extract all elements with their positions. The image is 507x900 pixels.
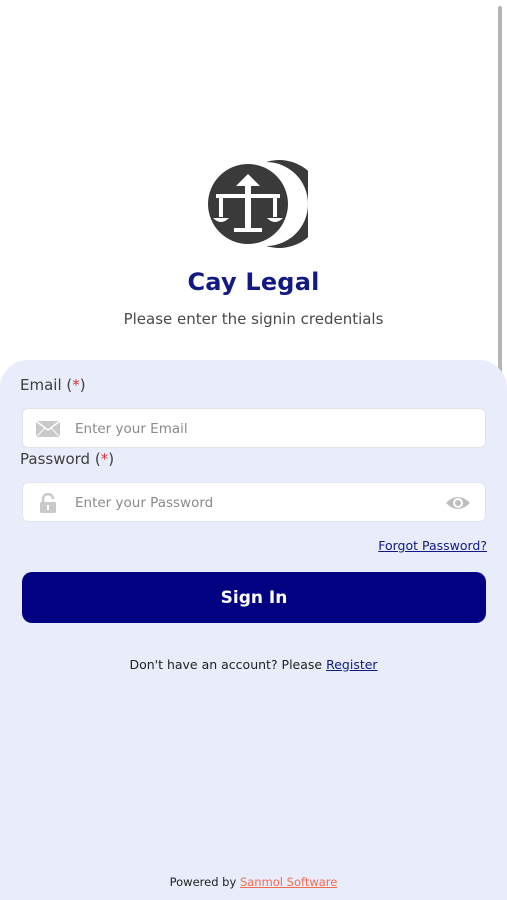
forgot-password-link[interactable]: Forgot Password?	[378, 538, 487, 553]
password-label-text: Password	[20, 450, 91, 468]
app-title: Cay Legal	[187, 268, 320, 296]
email-field[interactable]	[22, 408, 486, 449]
password-required-close: )	[108, 450, 115, 468]
email-input[interactable]	[73, 409, 437, 449]
powered-by-text: Powered by	[169, 875, 240, 889]
password-input[interactable]	[73, 483, 437, 523]
company-link[interactable]: Sanmol Software	[240, 875, 337, 889]
lock-icon	[40, 493, 56, 513]
eye-icon[interactable]	[445, 494, 471, 512]
email-required-open: (	[61, 376, 73, 394]
envelope-icon	[35, 420, 61, 438]
signin-subtitle: Please enter the signin credentials	[123, 310, 384, 328]
scales-of-justice-icon	[208, 160, 308, 248]
email-label: Email (*)	[20, 376, 86, 394]
password-required-open: (	[90, 450, 101, 468]
password-label: Password (*)	[20, 450, 114, 468]
email-required-close: )	[79, 376, 86, 394]
sign-in-button[interactable]: Sign In	[22, 572, 486, 623]
register-link[interactable]: Register	[326, 657, 377, 672]
register-prompt-text: Don't have an account? Please	[129, 657, 327, 672]
email-label-text: Email	[20, 376, 62, 394]
powered-by-footer: Powered by Sanmol Software	[0, 875, 507, 889]
email-required-mark: *	[72, 376, 80, 394]
register-prompt: Don't have an account? Please Register	[0, 657, 507, 672]
password-field[interactable]	[22, 482, 486, 523]
